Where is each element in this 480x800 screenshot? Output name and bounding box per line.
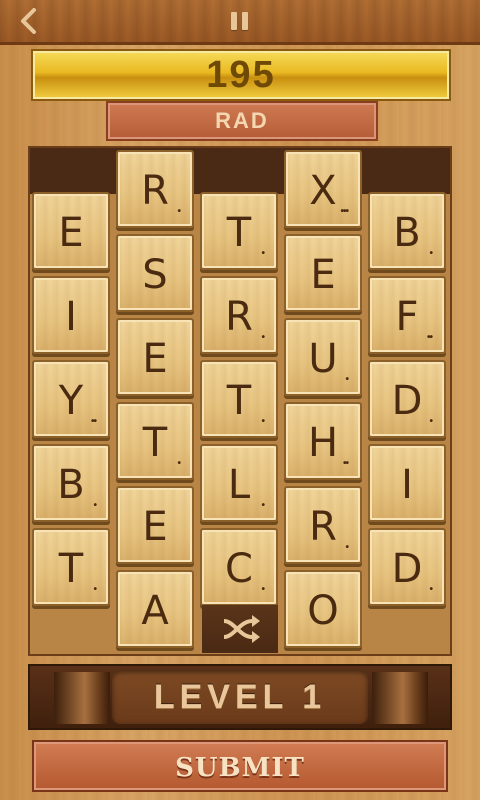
letter-tile[interactable]: T • <box>32 528 110 606</box>
level-panel: LEVEL 1 <box>28 664 452 730</box>
chevron-left-icon <box>21 8 36 34</box>
tile-letter: E <box>58 210 84 256</box>
tile-letter: T <box>226 378 252 424</box>
tile-letter: B <box>393 210 421 256</box>
pause-icon-bar <box>242 12 248 30</box>
submit-button[interactable]: SUBMIT <box>32 740 448 792</box>
tile-letter: R <box>309 504 337 550</box>
letter-tile[interactable]: D • <box>368 528 446 606</box>
tile-dots: •• <box>426 332 433 343</box>
tile-dots: • <box>177 206 180 217</box>
letter-tile[interactable]: S <box>116 234 194 312</box>
pause-icon <box>231 12 237 30</box>
letter-tile[interactable]: U • <box>284 318 362 396</box>
tile-letter: U <box>308 336 338 382</box>
letter-tile[interactable]: I <box>32 276 110 354</box>
tile-letter: I <box>401 462 413 508</box>
back-button[interactable] <box>14 6 44 36</box>
tile-letter: A <box>141 588 169 634</box>
tile-letter: T <box>226 210 252 256</box>
tile-dots: • <box>261 584 264 595</box>
tile-letter: I <box>65 294 77 340</box>
tile-dots: • <box>261 332 264 343</box>
tile-letter: D <box>391 378 423 424</box>
letter-tile[interactable]: I <box>368 444 446 522</box>
level-label: LEVEL 1 <box>112 670 368 724</box>
letter-tile[interactable]: E <box>116 318 194 396</box>
letter-tile[interactable]: H •• <box>284 402 362 480</box>
tile-dots: • <box>261 248 264 259</box>
letter-tile[interactable]: R • <box>116 150 194 228</box>
tile-letter: B <box>57 462 85 508</box>
letter-tile[interactable]: D • <box>368 360 446 438</box>
score-display: 195 <box>31 49 451 101</box>
tile-letter: E <box>310 252 336 298</box>
tile-letter: F <box>395 294 419 340</box>
tile-dots: • <box>429 248 432 259</box>
letter-tile[interactable]: C • <box>200 528 278 606</box>
tile-letter: H <box>307 420 339 466</box>
letter-tile[interactable]: Y •• <box>32 360 110 438</box>
letter-tile[interactable]: T • <box>116 402 194 480</box>
letter-tile[interactable]: B • <box>368 192 446 270</box>
current-word: RAD <box>106 101 378 141</box>
letter-tile[interactable]: L • <box>200 444 278 522</box>
letter-tile[interactable]: O <box>284 570 362 648</box>
tile-letter: R <box>225 294 253 340</box>
letter-tile[interactable]: E <box>116 486 194 564</box>
tile-dots: • <box>93 584 96 595</box>
letter-tile[interactable]: R • <box>284 486 362 564</box>
tile-dots: • <box>177 458 180 469</box>
letter-board: E I Y •• B • T • R • S E T • E A T • R • T • L • C • X ••• E U • H •• R • O… <box>28 146 452 656</box>
tile-letter: T <box>58 546 84 592</box>
pause-button[interactable] <box>226 8 254 36</box>
tile-letter: E <box>142 336 168 382</box>
tile-letter: O <box>307 588 339 634</box>
shuffle-icon <box>223 615 260 643</box>
tile-letter: E <box>142 504 168 550</box>
tile-dots: • <box>345 374 348 385</box>
tile-letter: R <box>141 168 169 214</box>
top-bar <box>0 0 480 45</box>
letter-tile[interactable]: E <box>32 192 110 270</box>
letter-tile[interactable]: X ••• <box>284 150 362 228</box>
tile-letter: X <box>309 168 337 214</box>
letter-tile[interactable]: T • <box>200 360 278 438</box>
letter-tile[interactable]: R • <box>200 276 278 354</box>
tile-dots: • <box>261 500 264 511</box>
tile-dots: •• <box>342 458 349 469</box>
tile-dots: • <box>429 416 432 427</box>
tile-letter: C <box>225 546 253 592</box>
shuffle-button[interactable] <box>202 605 278 653</box>
tile-letter: T <box>142 420 168 466</box>
tile-letter: S <box>142 252 168 298</box>
letter-tile[interactable]: A <box>116 570 194 648</box>
left-roller <box>54 672 110 724</box>
tile-dots: • <box>261 416 264 427</box>
tile-dots: • <box>345 542 348 553</box>
letter-tile[interactable]: B • <box>32 444 110 522</box>
right-roller <box>372 672 428 724</box>
tile-letter: L <box>227 462 251 508</box>
letter-tile[interactable]: T • <box>200 192 278 270</box>
tile-dots: ••• <box>340 206 348 217</box>
letter-tile[interactable]: F •• <box>368 276 446 354</box>
tile-dots: •• <box>90 416 97 427</box>
tile-dots: • <box>429 584 432 595</box>
tile-letter: D <box>391 546 423 592</box>
letter-tile[interactable]: E <box>284 234 362 312</box>
tile-dots: • <box>93 500 96 511</box>
tile-letter: Y <box>58 378 84 424</box>
